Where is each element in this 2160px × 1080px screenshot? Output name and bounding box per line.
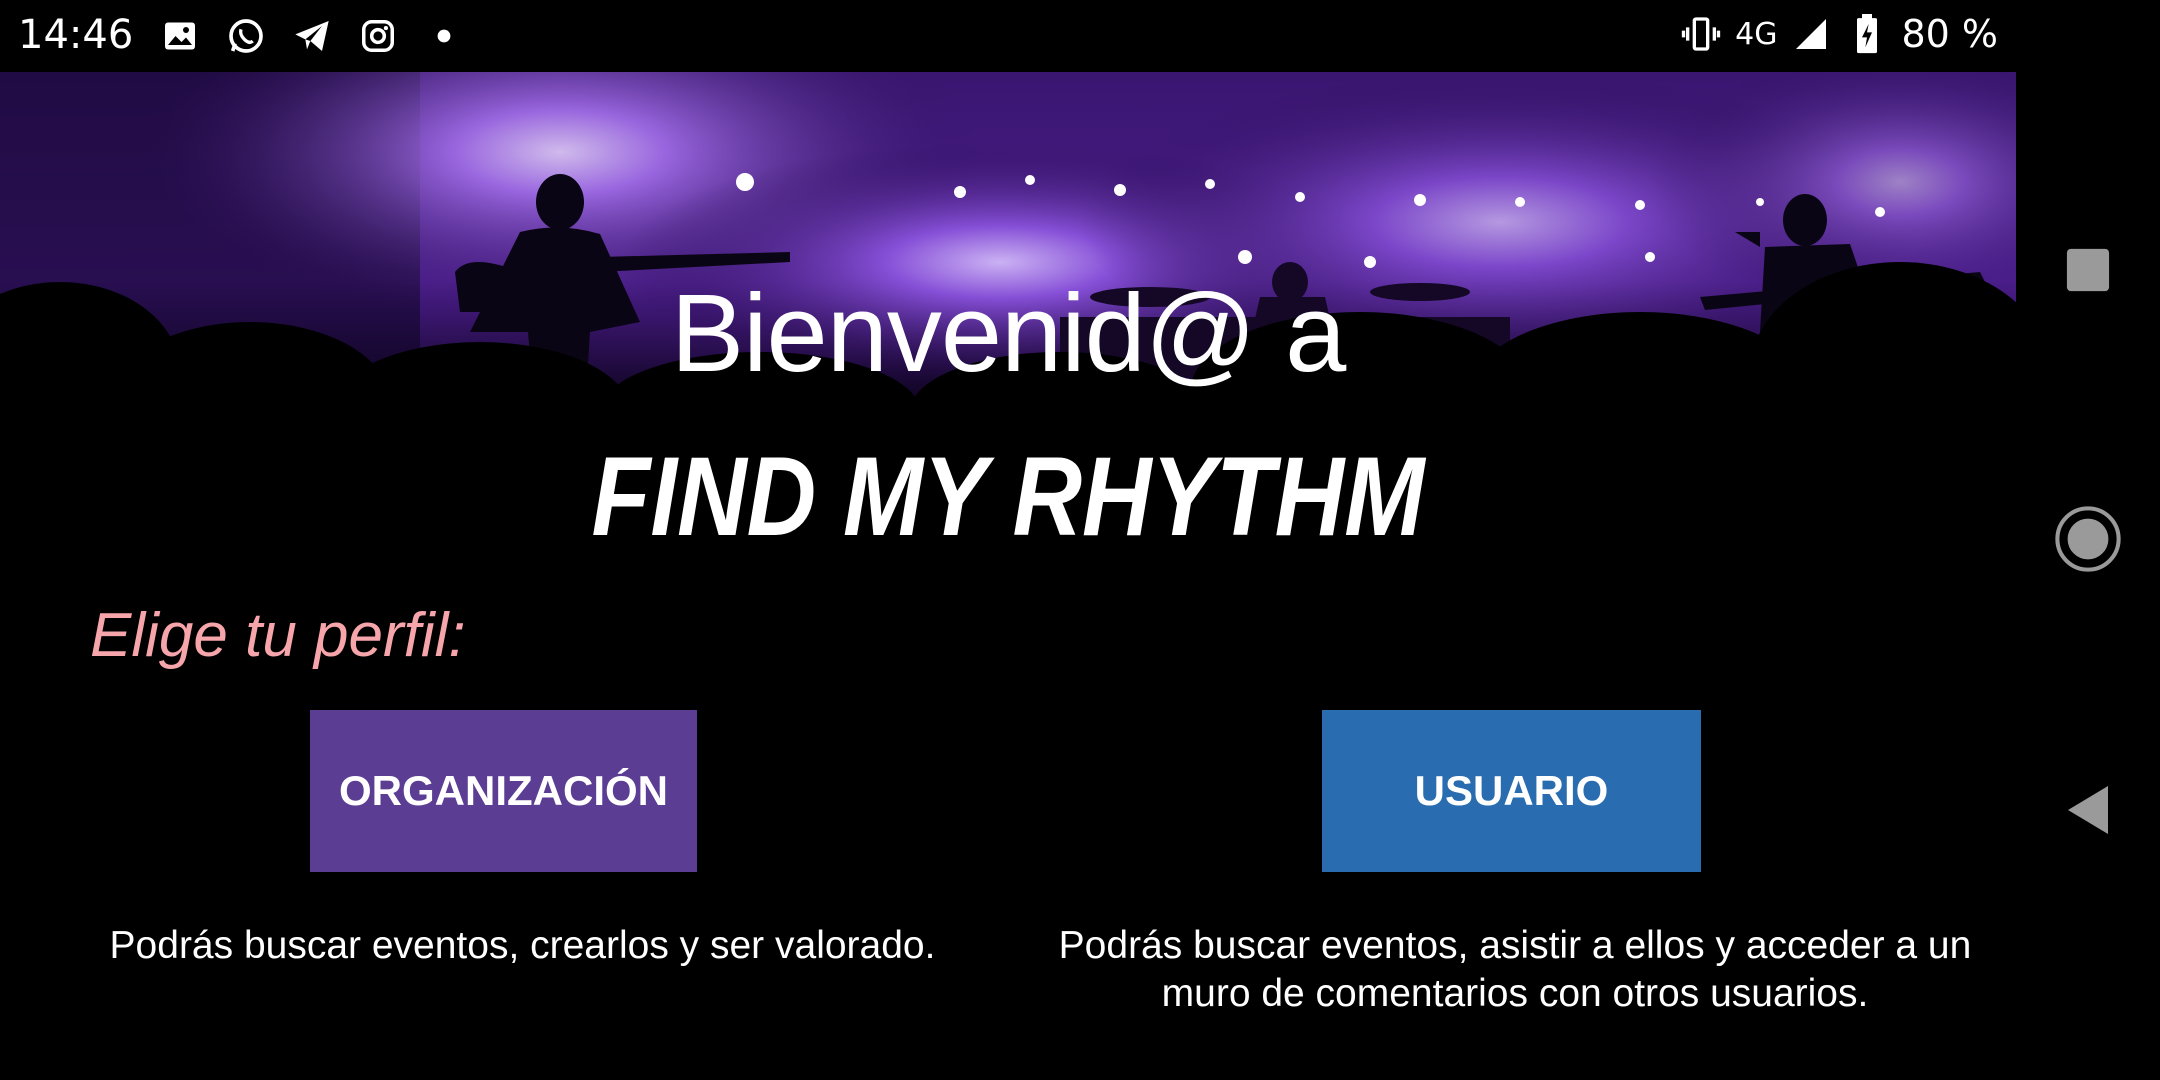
recents-icon — [2066, 248, 2110, 292]
home-button[interactable] — [2052, 503, 2124, 575]
status-bar: 14:46 4G 80 % — [0, 0, 2016, 72]
back-button[interactable] — [2052, 774, 2124, 846]
battery-level: 80 % — [1901, 12, 1998, 56]
user-description: Podrás buscar eventos, asistir a ellos y… — [1058, 924, 1972, 1015]
back-icon — [2068, 786, 2108, 834]
screen: 14:46 4G 80 % Bienvenid@ a FIND MY RHYTH… — [0, 0, 2160, 1080]
navigation-bar — [2016, 0, 2160, 1080]
image-icon — [158, 14, 202, 58]
dot-icon — [422, 14, 466, 58]
instagram-icon — [356, 14, 400, 58]
recents-button[interactable] — [2052, 234, 2124, 306]
network-label: 4G — [1735, 16, 1778, 52]
app-name-title: FIND MY RHYTHM — [591, 434, 1425, 559]
signal-icon — [1789, 12, 1833, 56]
system-icons: 4G 80 % — [1679, 12, 1998, 56]
user-button[interactable]: USUARIO — [1322, 710, 1701, 872]
telegram-icon — [290, 14, 334, 58]
home-icon — [2055, 506, 2121, 572]
whatsapp-icon — [224, 14, 268, 58]
notification-icons — [158, 14, 466, 58]
organization-description: Podrás buscar eventos, crearlos y ser va… — [109, 924, 936, 967]
battery-icon — [1845, 12, 1889, 56]
vibrate-icon — [1679, 12, 1723, 56]
status-time: 14:46 — [18, 12, 134, 58]
welcome-heading: Bienvenid@ a — [670, 272, 1347, 395]
choose-profile-label: Elige tu perfil: — [90, 601, 466, 670]
organization-button[interactable]: ORGANIZACIÓN — [310, 710, 697, 872]
